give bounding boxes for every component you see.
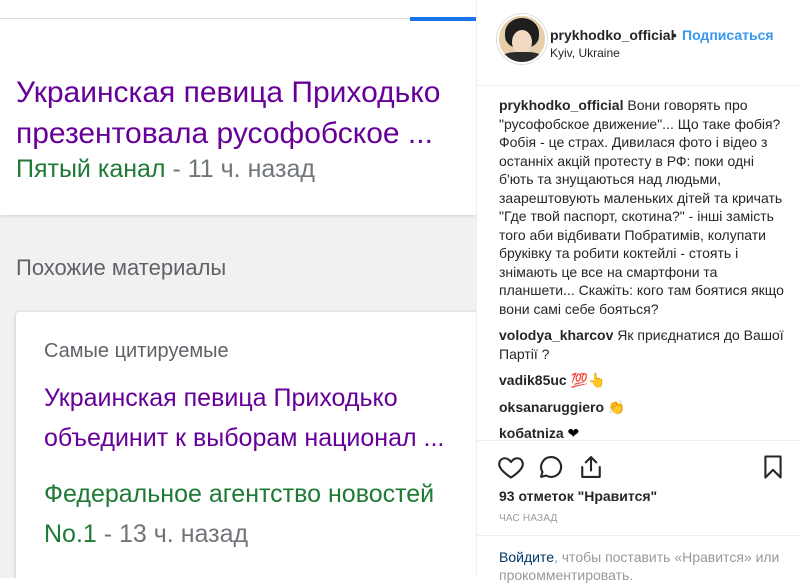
comment-text: Вони говорять про "русофобское движение"… <box>499 97 784 317</box>
comment-user[interactable]: oksanaruggiero <box>499 399 604 415</box>
bookmark-icon[interactable] <box>759 453 787 481</box>
login-prompt: Войдите, чтобы поставить «Нравится» или … <box>477 535 800 583</box>
news-source-line: Пятый канал - 11 ч. назад <box>16 155 315 184</box>
post-location[interactable]: Kyiv, Ukraine <box>550 46 620 60</box>
comments-list: prykhodko_official Вони говорять про "ру… <box>499 96 789 451</box>
post-header: prykhodko_official • Подписаться Kyiv, U… <box>477 0 800 86</box>
login-text-container: Войдите, чтобы поставить «Нравится» или … <box>499 548 799 584</box>
related-source-line1: Федеральное агентство новостей <box>44 480 435 508</box>
post-username[interactable]: prykhodko_official <box>550 27 674 43</box>
comment-text: ❤ <box>563 425 580 441</box>
comment-text: 💯👆 <box>566 372 606 388</box>
comment-bubble-icon[interactable] <box>537 453 565 481</box>
comment: volodya_kharcov Як приєднатися до Вашої … <box>499 326 789 363</box>
news-time: - 11 ч. назад <box>165 155 315 183</box>
instagram-post-panel: prykhodko_official • Подписаться Kyiv, U… <box>476 0 800 583</box>
comment-user[interactable]: kобatniza <box>499 425 564 441</box>
comment-text: 👏 <box>604 398 626 415</box>
post-time: ЧАС НАЗАД <box>499 513 558 524</box>
follow-button[interactable]: Подписаться <box>682 27 774 43</box>
comment-user[interactable]: volodya_kharcov <box>499 327 613 343</box>
tab-divider <box>0 18 476 19</box>
separator-dot: • <box>672 27 677 43</box>
share-icon[interactable] <box>577 453 605 481</box>
related-headline-line2[interactable]: объединит к выборам национал ... <box>44 418 444 458</box>
news-source: Пятый канал <box>16 155 166 183</box>
related-source-line: Федеральное агентство новостей No.1 - 13… <box>44 474 476 554</box>
login-link[interactable]: Войдите <box>499 549 554 565</box>
top-news-card[interactable]: Украинская певица Приходько презентовала… <box>0 0 476 215</box>
avatar[interactable] <box>497 14 547 64</box>
related-news-card[interactable]: Самые цитируемые Украинская певица Прихо… <box>16 312 476 578</box>
comment: oksanaruggiero 👏 <box>499 398 789 417</box>
news-headline-line1[interactable]: Украинская певица Приходько <box>16 71 440 114</box>
news-panel: Украинская певица Приходько презентовала… <box>0 0 476 578</box>
active-tab-indicator <box>410 17 476 21</box>
related-headline-line1[interactable]: Украинская певица Приходько <box>44 378 398 418</box>
related-time: - 13 ч. назад <box>96 520 249 548</box>
like-heart-icon[interactable] <box>497 453 525 481</box>
post-actions-bar <box>477 440 800 491</box>
news-headline-line2[interactable]: презентовала русофобское ... <box>16 112 433 155</box>
related-section-title: Похожие материалы <box>16 255 227 280</box>
comment: vadik85uc 💯👆 <box>499 371 789 390</box>
comment-user[interactable]: prykhodko_official <box>499 97 623 113</box>
caption-comment: prykhodko_official Вони говорять про "ру… <box>499 96 789 318</box>
likes-count[interactable]: 93 отметок "Нравится" <box>499 488 657 504</box>
comment-user[interactable]: vadik85uc <box>499 372 567 388</box>
related-source-line2: No.1 <box>44 520 97 548</box>
related-card-label: Самые цитируемые <box>44 340 229 362</box>
